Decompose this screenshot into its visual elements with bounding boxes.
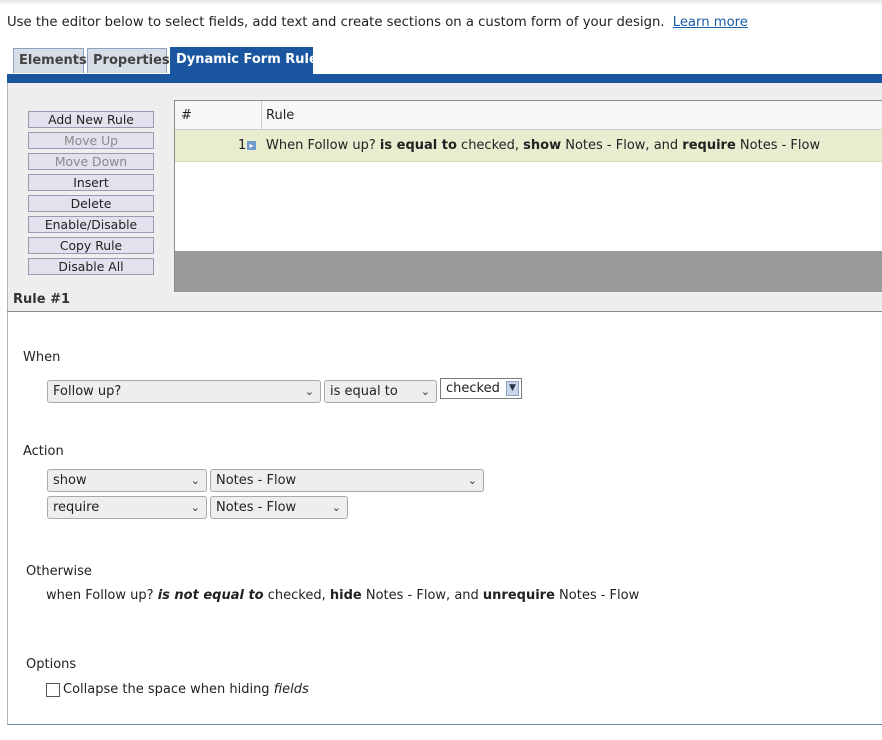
action-target-select-2[interactable]: Notes - Flow ⌄ (210, 496, 348, 519)
chevron-down-icon: ⌄ (331, 501, 341, 514)
top-shadow (0, 0, 882, 6)
tab-properties[interactable]: Properties (87, 48, 170, 73)
otherwise-part: is not equal to (157, 588, 264, 603)
when-field-select[interactable]: Follow up? ⌄ (47, 380, 321, 403)
action-verb-value: require (53, 500, 100, 515)
expand-arrow-icon[interactable]: ▸ (247, 141, 256, 150)
options-label: Options (26, 657, 77, 672)
tab-elements[interactable]: Elements (13, 48, 87, 73)
action-verb-select-1[interactable]: show ⌄ (47, 469, 207, 492)
action-target-value: Notes - Flow (216, 473, 297, 488)
rule-summary-part: Notes - Flow, and (565, 138, 679, 153)
when-operator-select[interactable]: is equal to ⌄ (324, 380, 437, 403)
when-value-select[interactable]: checked ▼ (440, 378, 522, 399)
delete-button[interactable]: Delete (28, 195, 154, 212)
chevron-down-icon: ⌄ (420, 385, 430, 398)
action-verb-value: show (53, 473, 87, 488)
rule-summary-part: checked, (461, 138, 520, 153)
rule-summary-part: require (682, 138, 736, 153)
learn-more-link[interactable]: Learn more (673, 15, 748, 30)
rule-summary-part: When Follow up? (266, 138, 376, 153)
tab-dynamic-form-rules[interactable]: Dynamic Form Rules (170, 47, 326, 74)
collapse-space-text: Collapse the space when hiding (63, 682, 270, 697)
action-target-value: Notes - Flow (216, 500, 297, 515)
rules-grid-header: # Rule (175, 101, 882, 130)
rules-grid-body: # Rule 1 ▸ When Follow up? is equal to c… (175, 101, 882, 251)
dropdown-arrow-icon: ▼ (506, 381, 519, 396)
rule-summary-part: Notes - Flow (739, 138, 821, 153)
collapse-space-checkbox[interactable] (46, 683, 60, 697)
when-label: When (23, 350, 61, 365)
rule-number: 1 (238, 138, 247, 153)
otherwise-part: when Follow up? (46, 588, 154, 603)
action-label: Action (23, 444, 64, 459)
disable-all-button[interactable]: Disable All (28, 258, 154, 275)
otherwise-label: Otherwise (26, 564, 92, 579)
chevron-down-icon: ⌄ (190, 474, 200, 487)
insert-button[interactable]: Insert (28, 174, 154, 191)
rule-summary-part: show (523, 138, 562, 153)
action-target-select-1[interactable]: Notes - Flow ⌄ (210, 469, 484, 492)
when-operator-value: is equal to (330, 384, 398, 399)
enable-disable-button[interactable]: Enable/Disable (28, 216, 154, 233)
column-header-rule: Rule (266, 108, 295, 123)
collapse-space-label[interactable]: Collapse the space when hiding fields (63, 682, 309, 697)
rule-summary: When Follow up? is equal to checked, sho… (266, 138, 820, 153)
when-field-value: Follow up? (53, 384, 122, 399)
otherwise-part: unrequire (482, 588, 555, 603)
move-down-button[interactable]: Move Down (28, 153, 154, 170)
when-value: checked (446, 381, 500, 396)
add-new-rule-button[interactable]: Add New Rule (28, 111, 154, 128)
otherwise-part: checked, (267, 588, 326, 603)
tab-bar (7, 74, 882, 83)
chevron-down-icon: ⌄ (304, 385, 314, 398)
table-row[interactable]: 1 ▸ When Follow up? is equal to checked,… (175, 130, 882, 162)
rule-title: Rule #1 (13, 292, 71, 307)
move-up-button[interactable]: Move Up (28, 132, 154, 149)
otherwise-part: Notes - Flow (559, 588, 640, 603)
collapse-space-emphasis: fields (273, 682, 309, 697)
action-verb-select-2[interactable]: require ⌄ (47, 496, 207, 519)
copy-rule-button[interactable]: Copy Rule (28, 237, 154, 254)
rule-summary-part: is equal to (379, 138, 457, 153)
rules-grid: # Rule 1 ▸ When Follow up? is equal to c… (174, 100, 882, 292)
chevron-down-icon: ⌄ (190, 501, 200, 514)
column-header-number: # (181, 108, 192, 123)
otherwise-part: hide (329, 588, 362, 603)
intro-description: Use the editor below to select fields, a… (7, 15, 665, 30)
otherwise-text: when Follow up? is not equal to checked,… (46, 588, 639, 603)
otherwise-part: Notes - Flow, and (365, 588, 479, 603)
intro-text: Use the editor below to select fields, a… (7, 15, 748, 30)
chevron-down-icon: ⌄ (467, 474, 477, 487)
